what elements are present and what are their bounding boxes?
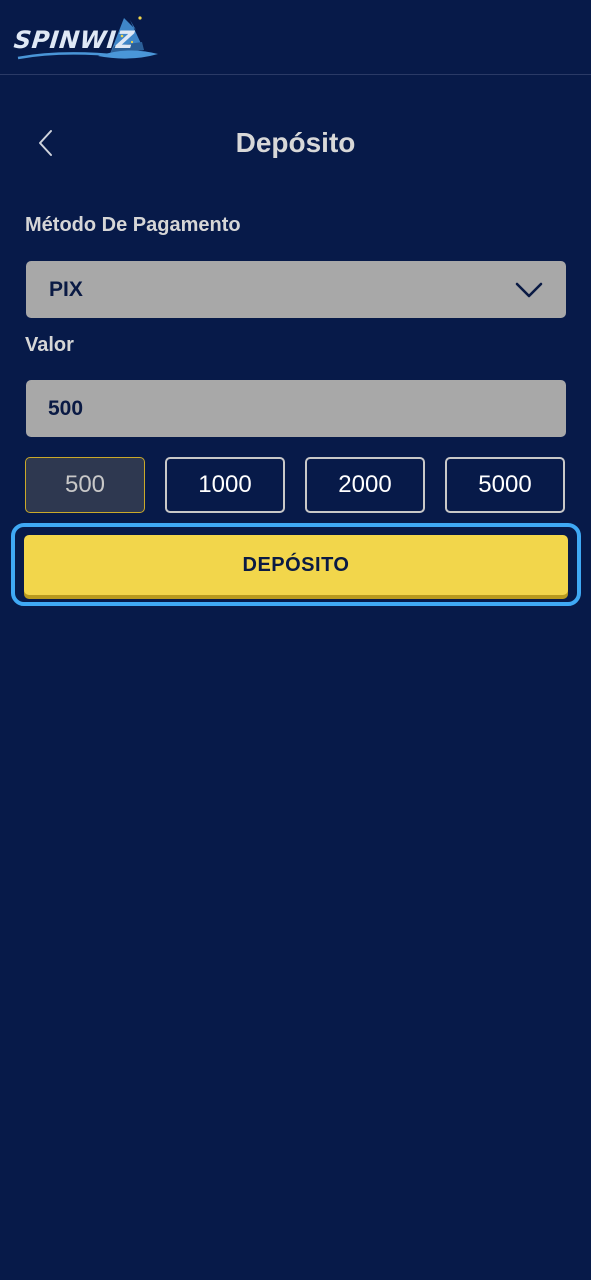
quick-amount-2000[interactable]: 2000 — [305, 457, 425, 513]
payment-method-label: Método De Pagamento — [25, 214, 241, 236]
amount-input[interactable] — [26, 380, 566, 437]
page-title: Depósito — [235, 127, 356, 158]
amount-label: Valor — [25, 334, 74, 356]
payment-method-select[interactable]: PIX — [26, 261, 566, 318]
quick-amount-group: 500 1000 2000 5000 — [25, 457, 565, 513]
deposit-button-focus-ring: DEPÓSITO — [11, 523, 581, 606]
logo-text: SPINWIZ — [12, 26, 136, 54]
chevron-down-icon — [515, 282, 543, 298]
payment-method-value: PIX — [49, 278, 83, 301]
top-bar: SPINWIZ — [0, 0, 591, 75]
deposit-button[interactable]: DEPÓSITO — [24, 535, 568, 595]
spinwiz-logo[interactable]: SPINWIZ — [12, 12, 162, 64]
quick-amount-5000[interactable]: 5000 — [445, 457, 565, 513]
quick-amount-1000[interactable]: 1000 — [165, 457, 285, 513]
quick-amount-500[interactable]: 500 — [25, 457, 145, 513]
